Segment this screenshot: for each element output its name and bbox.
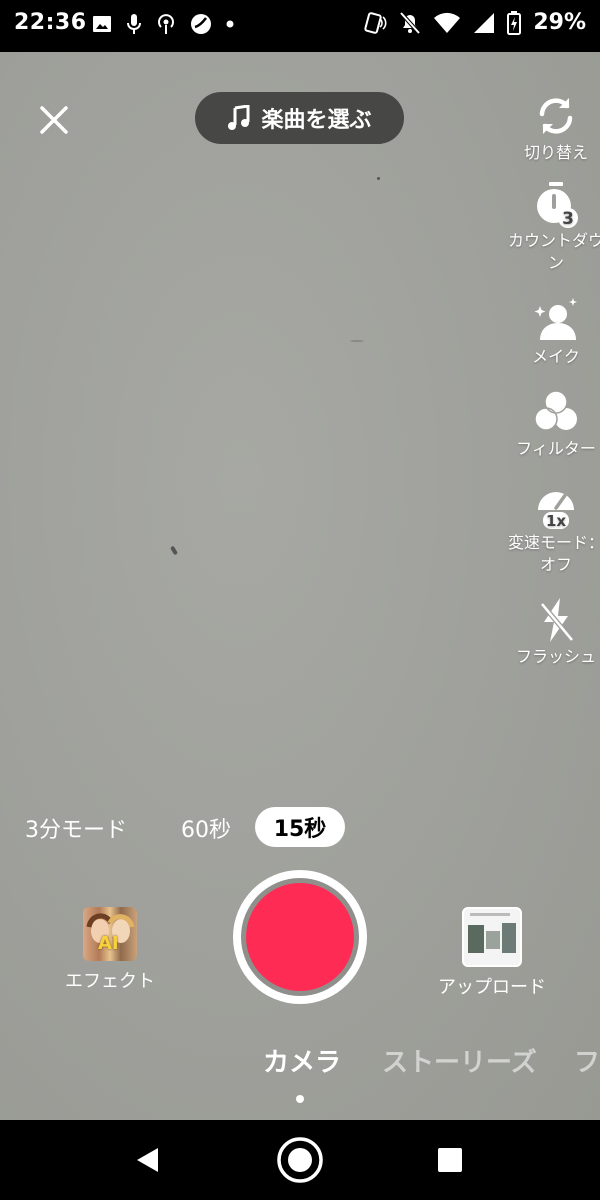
duration-15s[interactable]: 15秒 bbox=[255, 807, 345, 847]
speed-label: 変速モード：オフ bbox=[507, 533, 600, 574]
gallery-thumbnail bbox=[462, 907, 522, 967]
close-icon[interactable] bbox=[34, 100, 74, 140]
navigation-bar bbox=[0, 1120, 600, 1200]
back-icon[interactable] bbox=[134, 1146, 162, 1174]
home-icon[interactable] bbox=[276, 1136, 324, 1184]
makeup-label: メイク bbox=[532, 347, 580, 366]
camera-preview[interactable]: 楽曲を選ぶ 切り替え 3 カウントダウン メイク フィルター 1x 変速モード：… bbox=[0, 52, 600, 1120]
mute-icon bbox=[399, 11, 421, 34]
app-icon bbox=[191, 14, 211, 34]
podcast-icon bbox=[158, 14, 174, 34]
wall-speck bbox=[350, 340, 364, 342]
countdown-label: カウントダウン bbox=[507, 231, 600, 272]
filter-label: フィルター bbox=[516, 439, 596, 458]
svg-text:1x: 1x bbox=[546, 512, 566, 530]
flip-camera-button[interactable]: 切り替え bbox=[506, 92, 600, 164]
effect-thumbnail: AI bbox=[83, 907, 137, 961]
upload-button[interactable]: アップロード bbox=[432, 907, 552, 999]
flash-label: フラッシュ bbox=[515, 647, 596, 666]
filter-button[interactable]: フィルター bbox=[506, 388, 600, 460]
dot-icon bbox=[226, 20, 234, 28]
upload-label: アップロード bbox=[438, 977, 546, 998]
ai-badge: AI bbox=[98, 933, 119, 954]
flip-camera-icon bbox=[539, 98, 573, 134]
image-icon bbox=[93, 16, 111, 32]
flash-off-icon bbox=[540, 598, 574, 642]
select-music-label: 楽曲を選ぶ bbox=[261, 108, 372, 133]
battery-icon bbox=[507, 10, 522, 35]
speed-1x-icon: 1x bbox=[538, 491, 574, 530]
filter-icon bbox=[534, 390, 577, 431]
countdown-button[interactable]: 3 カウントダウン bbox=[506, 180, 600, 274]
recents-icon[interactable] bbox=[437, 1147, 463, 1173]
duration-3min[interactable]: 3分モード bbox=[25, 812, 127, 844]
timer-3-icon: 3 bbox=[537, 182, 578, 228]
status-bar: 22:36 29% bbox=[0, 0, 600, 52]
flash-button[interactable]: フラッシュ bbox=[506, 596, 600, 668]
mode-indicator bbox=[296, 1095, 304, 1103]
duration-60s[interactable]: 60秒 bbox=[181, 812, 231, 844]
mode-tabs: カメラ ストーリーズ フ bbox=[0, 1042, 600, 1082]
music-note-icon bbox=[228, 105, 250, 130]
status-time: 22:36 bbox=[14, 10, 87, 35]
svg-text:3: 3 bbox=[562, 209, 574, 228]
tab-stories[interactable]: ストーリーズ bbox=[382, 1042, 537, 1079]
record-button[interactable] bbox=[233, 870, 367, 1004]
makeup-button[interactable]: メイク bbox=[506, 296, 600, 368]
tab-camera[interactable]: カメラ bbox=[263, 1042, 341, 1079]
record-inner bbox=[246, 883, 354, 991]
effects-label: エフェクト bbox=[65, 971, 155, 992]
signal-icon bbox=[474, 12, 495, 33]
wall-speck bbox=[170, 545, 178, 556]
duration-selector: 3分モード 60秒 15秒 bbox=[0, 807, 600, 847]
nfc-icon bbox=[364, 11, 387, 34]
battery-percent: 29% bbox=[533, 10, 586, 35]
speed-button[interactable]: 1x 変速モード：オフ bbox=[506, 482, 600, 576]
effects-button[interactable]: AI エフェクト bbox=[60, 907, 160, 993]
wall-speck bbox=[377, 177, 380, 180]
beauty-icon bbox=[534, 298, 577, 340]
flip-camera-label: 切り替え bbox=[523, 143, 588, 162]
mic-icon bbox=[127, 14, 141, 34]
wifi-icon bbox=[434, 12, 461, 33]
tab-next[interactable]: フ bbox=[574, 1042, 600, 1079]
select-music-button[interactable]: 楽曲を選ぶ bbox=[195, 92, 404, 144]
